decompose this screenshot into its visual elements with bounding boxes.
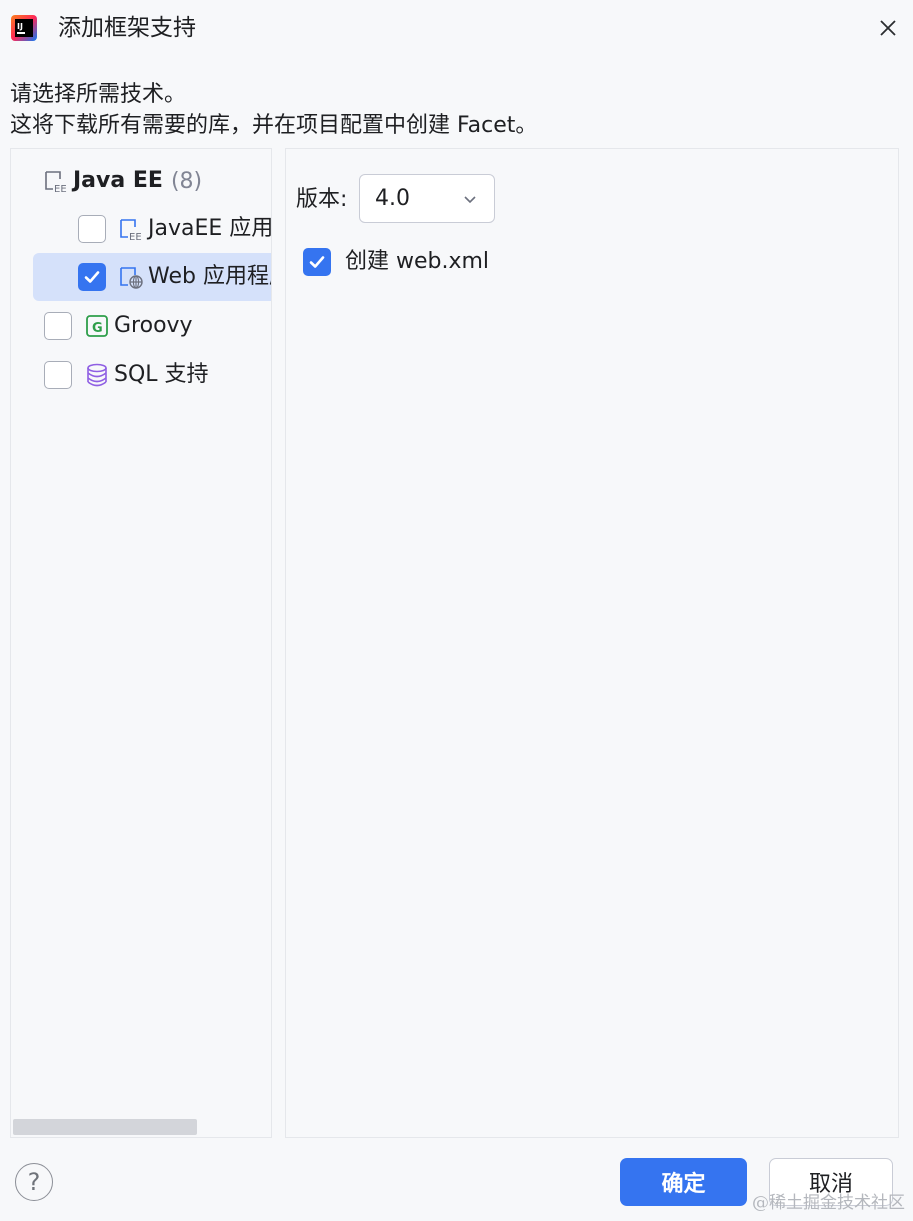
javaee-icon: EE <box>43 168 69 194</box>
description-line-1: 请选择所需技术。 <box>10 82 187 107</box>
description-line-2: 这将下载所有需要的库，并在项目配置中创建 Facet。 <box>10 113 538 138</box>
tree-item-label: SQL 支持 <box>114 362 209 387</box>
watermark: @稀土掘金技术社区 <box>752 1193 905 1213</box>
create-webxml-checkbox[interactable] <box>303 248 331 276</box>
tree-item-groovy[interactable]: G Groovy <box>11 302 271 350</box>
tree-group-label: Java EE <box>73 168 163 193</box>
help-button[interactable]: ? <box>15 1163 53 1201</box>
javaee-app-checkbox[interactable] <box>78 215 106 243</box>
tree-group-javaee[interactable]: EE Java EE (8) <box>11 157 271 205</box>
svg-text:G: G <box>92 321 103 336</box>
tree-group-count: (8) <box>170 168 203 194</box>
window-title: 添加框架支持 <box>58 15 196 41</box>
create-webxml-option[interactable]: 创建 web.xml <box>303 248 489 276</box>
close-button[interactable] <box>872 12 904 44</box>
ok-button[interactable]: 确定 <box>620 1158 747 1206</box>
database-icon <box>84 362 110 388</box>
checkmark-icon <box>309 256 325 268</box>
checkmark-icon <box>84 271 100 283</box>
tree-item-label: JavaEE 应用程 <box>148 216 272 241</box>
version-dropdown[interactable]: 4.0 <box>359 174 495 223</box>
close-icon <box>880 20 896 36</box>
svg-text:EE: EE <box>54 184 67 194</box>
framework-tree[interactable]: EE Java EE (8) EE JavaEE 应用程 <box>10 148 272 1138</box>
groovy-checkbox[interactable] <box>44 312 72 340</box>
version-value: 4.0 <box>375 186 410 211</box>
intellij-idea-icon: IJ <box>10 14 38 42</box>
tree-item-javaee-app[interactable]: EE JavaEE 应用程 <box>11 205 272 253</box>
tree-item-web-app[interactable]: Web 应用程序 <box>33 253 271 301</box>
tree-item-label: Groovy <box>114 313 193 338</box>
groovy-icon: G <box>84 313 110 339</box>
title-bar: IJ 添加框架支持 <box>0 0 913 58</box>
framework-settings-panel: 版本: 4.0 创建 web.xml <box>285 148 899 1138</box>
sql-checkbox[interactable] <box>44 361 72 389</box>
web-app-checkbox[interactable] <box>78 263 106 291</box>
svg-text:EE: EE <box>129 232 142 242</box>
version-label: 版本: <box>296 187 348 212</box>
web-module-icon <box>118 264 144 290</box>
chevron-down-icon <box>464 196 476 204</box>
create-webxml-label: 创建 web.xml <box>345 249 490 274</box>
tree-item-label: Web 应用程序 <box>148 264 271 289</box>
svg-text:IJ: IJ <box>17 22 23 31</box>
tree-item-sql[interactable]: SQL 支持 <box>11 351 271 399</box>
horizontal-scrollbar[interactable] <box>13 1119 197 1135</box>
javaee-icon: EE <box>118 216 144 242</box>
